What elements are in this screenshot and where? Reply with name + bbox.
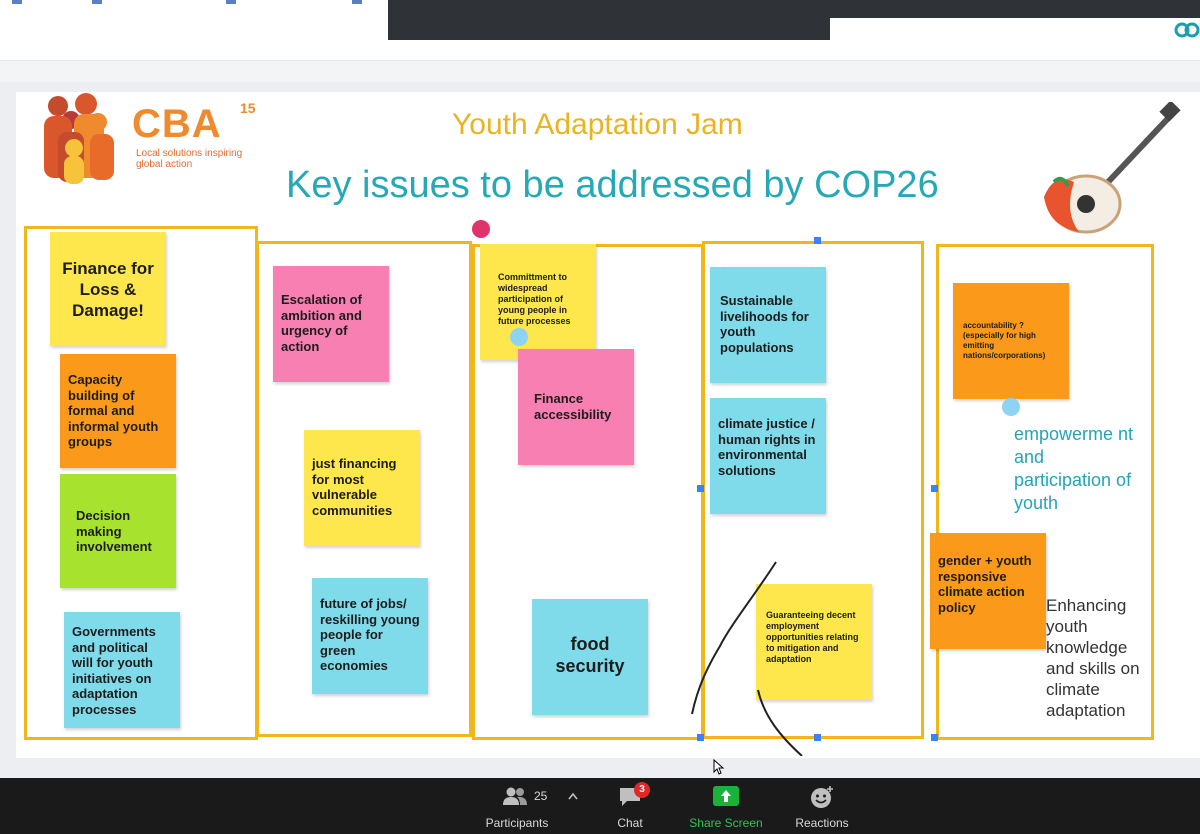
sticky-note[interactable]: future of jobs/ reskilling young people … <box>312 578 428 694</box>
chat-unread-badge: 3 <box>634 782 650 798</box>
participants-label: Participants <box>485 816 549 830</box>
slide-subtitle: Key issues to be addressed by COP26 <box>286 164 939 206</box>
slide-title: Youth Adaptation Jam <box>452 108 743 141</box>
sticky-note[interactable]: food security <box>532 599 648 715</box>
selection-handle[interactable] <box>931 485 938 492</box>
participants-count: 25 <box>534 789 548 803</box>
comment-pin-icon[interactable] <box>510 328 528 346</box>
meeting-toolbar: 25 Participants 3 Chat Share Screen Reac… <box>0 778 1200 834</box>
comment-pin-icon[interactable] <box>1002 398 1020 416</box>
reactions-label: Reactions <box>795 816 849 830</box>
logo-superscript: 15 <box>240 100 256 116</box>
sticky-note[interactable]: Governments and political will for youth… <box>64 612 180 728</box>
sticky-note[interactable]: Finance for Loss & Damage! <box>50 232 166 346</box>
chevron-up-icon[interactable] <box>568 792 578 800</box>
guitar-illustration-icon <box>1044 102 1181 234</box>
text-enhancing-youth[interactable]: Enhancing youth knowledge and skills on … <box>1046 595 1146 721</box>
chat-label: Chat <box>617 816 643 830</box>
toolbar-icon[interactable] <box>92 0 102 4</box>
logo-wordmark: CBA <box>132 102 222 146</box>
people-logo-icon <box>44 93 114 184</box>
sticky-note[interactable]: Escalation of ambition and urgency of ac… <box>273 266 389 382</box>
share-screen-icon <box>713 786 739 806</box>
toolbar-icon[interactable] <box>352 0 362 4</box>
ink-stroke <box>691 561 803 756</box>
sticky-note[interactable]: accountability ? (especially for high em… <box>953 283 1069 399</box>
sticky-note[interactable]: gender + youth responsive climate action… <box>930 533 1046 649</box>
sticky-note[interactable]: Committment to widespread participation … <box>480 244 596 360</box>
cba-logo: CBA 15 Local solutions inspiring global … <box>36 92 266 184</box>
selection-handle[interactable] <box>814 734 821 741</box>
logo-tagline: Local solutions inspiring global action <box>136 148 243 170</box>
sticky-note[interactable]: Sustainable livelihoods for youth popula… <box>710 267 826 383</box>
selection-handle[interactable] <box>931 734 938 741</box>
video-thumbnail-strip <box>388 0 830 40</box>
mouse-cursor-icon <box>713 759 725 775</box>
selection-handle[interactable] <box>697 485 704 492</box>
sticky-note[interactable]: just financing for most vulnerable commu… <box>304 430 420 546</box>
comment-pin-icon[interactable] <box>472 220 490 238</box>
sticky-note[interactable]: Decision making involvement <box>60 474 176 588</box>
toolbar-icon[interactable] <box>12 0 22 4</box>
window-strip <box>0 60 1200 82</box>
video-thumbnail-strip <box>830 0 1200 18</box>
text-empowerment[interactable]: empowerme nt and participation of youth <box>1014 423 1142 515</box>
share-screen-label: Share Screen <box>689 816 763 830</box>
sticky-note[interactable]: Capacity building of formal and informal… <box>60 354 176 468</box>
sticky-note[interactable]: climate justice / human rights in enviro… <box>710 398 826 514</box>
participants-icon <box>503 787 527 805</box>
selection-handle[interactable] <box>814 237 821 244</box>
top-toolbar <box>0 0 1200 60</box>
sticky-note[interactable]: Finance accessibility <box>518 349 634 465</box>
toolbar-icon[interactable] <box>226 0 236 4</box>
app-logo-icon <box>1174 22 1200 38</box>
reactions-icon <box>811 786 833 808</box>
shared-whiteboard: CBA 15 Local solutions inspiring global … <box>16 92 1200 758</box>
